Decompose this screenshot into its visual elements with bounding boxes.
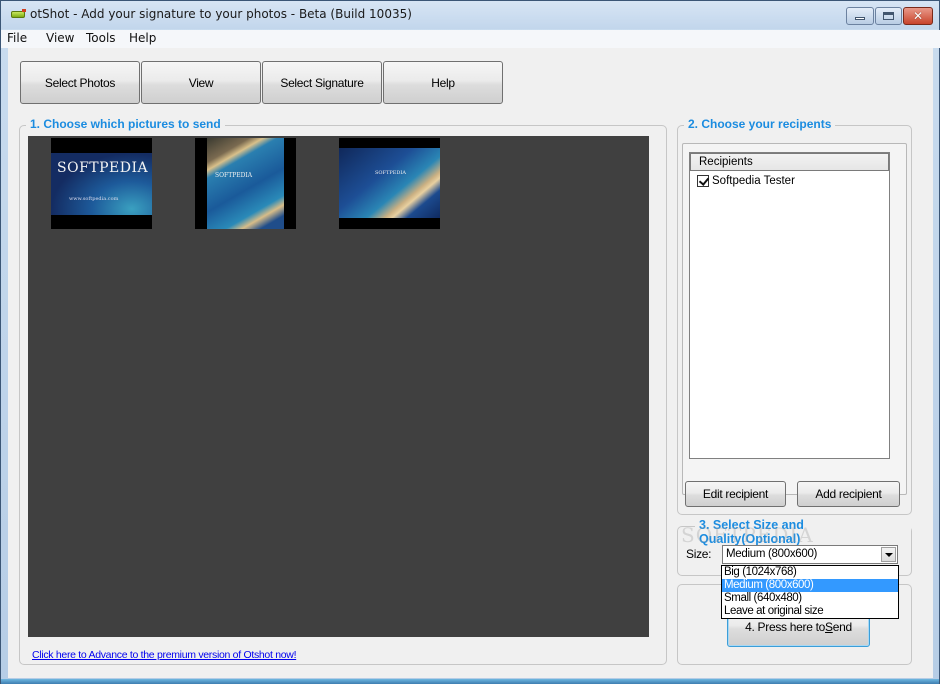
send-label-prefix: 4. Press here to	[745, 620, 826, 634]
minimize-button[interactable]	[846, 7, 874, 25]
title-bar: otShot - Add your signature to your phot…	[1, 1, 939, 29]
app-window: otShot - Add your signature to your phot…	[0, 0, 940, 684]
menu-view[interactable]: View	[46, 31, 74, 45]
photo-thumbnail[interactable]: SOFTPEDIA	[339, 138, 440, 229]
recipient-checkbox[interactable]	[697, 175, 709, 187]
recipients-group-title: 2. Choose your recipents	[684, 117, 836, 131]
close-button[interactable]: ✕	[903, 7, 933, 25]
app-icon	[11, 9, 26, 18]
window-title: otShot - Add your signature to your phot…	[30, 7, 412, 21]
size-option-medium[interactable]: Medium (800x600)	[722, 579, 898, 592]
select-signature-button[interactable]: Select Signature	[262, 61, 382, 104]
minimize-icon	[855, 17, 865, 20]
edit-recipient-button[interactable]: Edit recipient	[685, 481, 786, 507]
photo-thumbnail[interactable]: SOFTPEDIA www.softpedia.com	[51, 138, 152, 229]
size-option-original[interactable]: Leave at original size	[722, 605, 898, 618]
thumbnail-watermark: SOFTPEDIA	[375, 170, 406, 176]
size-select[interactable]: Medium (800x600)	[722, 545, 898, 564]
thumbnail-watermark: SOFTPEDIA	[215, 172, 253, 179]
thumbnail-url: www.softpedia.com	[69, 196, 119, 202]
add-recipient-button[interactable]: Add recipient	[797, 481, 900, 507]
recipient-row[interactable]: Softpedia Tester	[697, 175, 795, 187]
send-label-accel: S	[825, 620, 833, 634]
thumbnail-image	[339, 148, 440, 218]
close-icon: ✕	[912, 9, 924, 23]
maximize-button[interactable]	[875, 7, 902, 25]
recipients-list[interactable]: Recipients Softpedia Tester	[689, 152, 890, 459]
thumbnail-watermark: SOFTPEDIA	[57, 160, 149, 176]
photo-thumbnail[interactable]: SOFTPEDIA	[195, 138, 296, 229]
size-dropdown-list: Big (1024x768) Medium (800x600) Small (6…	[721, 565, 899, 619]
premium-link[interactable]: Click here to Advance to the premium ver…	[32, 649, 296, 661]
maximize-icon	[883, 12, 894, 20]
pictures-panel[interactable]: SOFTPEDIA www.softpedia.com SOFTPEDIA SO…	[28, 136, 649, 637]
send-label-suffix: end	[832, 620, 852, 634]
recipients-column-header[interactable]: Recipients	[690, 153, 889, 171]
size-option-big[interactable]: Big (1024x768)	[722, 566, 898, 579]
view-button[interactable]: View	[141, 61, 261, 104]
menu-file[interactable]: File	[7, 31, 27, 45]
size-select-value: Medium (800x600)	[726, 548, 818, 560]
menu-bar: File View Tools Help	[1, 30, 940, 48]
window-bottom-border	[1, 679, 939, 684]
pictures-group-title: 1. Choose which pictures to send	[26, 117, 225, 131]
client-area: File View Tools Help Select Photos View …	[1, 30, 940, 678]
size-option-small[interactable]: Small (640x480)	[722, 592, 898, 605]
chevron-down-icon[interactable]	[881, 547, 896, 562]
thumbnail-image	[207, 138, 284, 229]
menu-tools[interactable]: Tools	[86, 31, 116, 45]
size-label: Size:	[686, 547, 712, 561]
menu-help[interactable]: Help	[129, 31, 156, 45]
size-group-title: 3. Select Size and Quality(Optional)	[695, 518, 911, 546]
recipient-name: Softpedia Tester	[712, 175, 795, 187]
select-photos-button[interactable]: Select Photos	[20, 61, 140, 104]
help-button[interactable]: Help	[383, 61, 503, 104]
